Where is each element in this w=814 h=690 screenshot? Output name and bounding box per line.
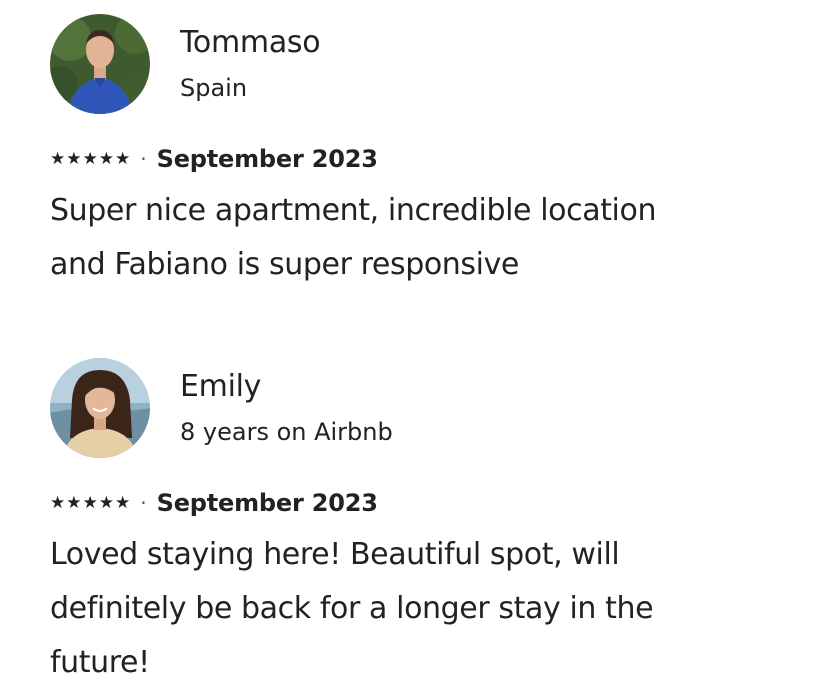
star-icon: ★ <box>98 149 114 169</box>
review-text-line: Super nice apartment, incredible locatio… <box>50 193 657 228</box>
avatar-image <box>50 358 150 458</box>
review-text-line: definitely be back for a longer stay in … <box>50 591 654 626</box>
review-card: Tommaso Spain ★ ★ ★ ★ ★ · September 2023… <box>50 14 770 292</box>
separator-dot: · <box>140 147 147 171</box>
review-date: September 2023 <box>156 145 378 173</box>
star-rating: ★ ★ ★ ★ ★ <box>50 493 130 513</box>
star-icon: ★ <box>82 493 98 513</box>
star-icon: ★ <box>66 493 82 513</box>
review-text-line: Loved staying here! Beautiful spot, will <box>50 537 620 572</box>
avatar-image <box>50 14 150 114</box>
reviewer-location: Spain <box>180 74 248 102</box>
review-text: Super nice apartment, incredible locatio… <box>50 184 770 292</box>
review-date: September 2023 <box>156 489 378 517</box>
avatar[interactable] <box>50 358 150 458</box>
review-text-line: and Fabiano is super responsive <box>50 247 519 282</box>
reviewer-name[interactable]: Emily <box>180 369 393 405</box>
star-icon: ★ <box>115 493 131 513</box>
star-rating: ★ ★ ★ ★ ★ <box>50 149 130 169</box>
star-icon: ★ <box>50 149 66 169</box>
star-icon: ★ <box>50 493 66 513</box>
star-icon: ★ <box>82 149 98 169</box>
review-text-line: future! <box>50 645 150 680</box>
star-icon: ★ <box>98 493 114 513</box>
star-icon: ★ <box>115 149 131 169</box>
star-icon: ★ <box>66 149 82 169</box>
separator-dot: · <box>140 491 147 515</box>
reviewer-header: Tommaso Spain <box>50 14 770 114</box>
avatar[interactable] <box>50 14 150 114</box>
review-meta: ★ ★ ★ ★ ★ · September 2023 <box>50 488 770 518</box>
review-text: Loved staying here! Beautiful spot, will… <box>50 528 770 690</box>
reviewer-name[interactable]: Tommaso <box>180 25 321 61</box>
reviewer-header: Emily 8 years on Airbnb <box>50 358 770 458</box>
reviewer-tenure: 8 years on Airbnb <box>180 418 393 446</box>
review-card: Emily 8 years on Airbnb ★ ★ ★ ★ ★ · Sept… <box>50 358 770 690</box>
review-meta: ★ ★ ★ ★ ★ · September 2023 <box>50 144 770 174</box>
